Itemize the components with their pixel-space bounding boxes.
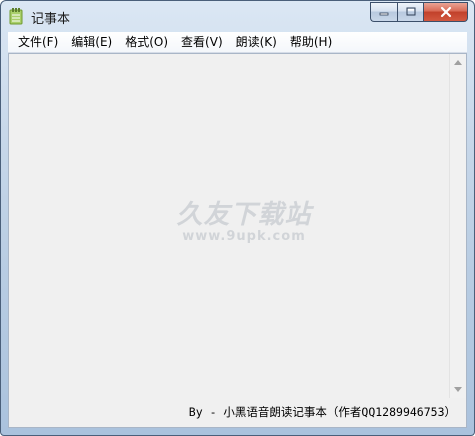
client-area: 久友下载站 www.9upk.com By - 小黑语音朗读记事本（作者QQ12… <box>8 53 467 428</box>
minimize-icon <box>379 12 389 16</box>
arrow-down-icon <box>454 387 462 392</box>
menu-format[interactable]: 格式(O) <box>119 32 175 52</box>
caption-buttons <box>370 2 468 22</box>
maximize-button[interactable] <box>397 2 424 22</box>
menu-view[interactable]: 查看(V) <box>175 32 230 52</box>
menu-bar: 文件(F) 编辑(E) 格式(O) 查看(V) 朗读(K) 帮助(H) <box>8 32 467 53</box>
close-icon <box>440 6 451 18</box>
status-bar: By - 小黑语音朗读记事本（作者QQ1289946753） <box>9 398 466 427</box>
notepad-icon <box>9 8 23 25</box>
menu-edit[interactable]: 编辑(E) <box>65 32 119 52</box>
status-text: By - 小黑语音朗读记事本（作者QQ1289946753） <box>188 405 456 419</box>
menu-file[interactable]: 文件(F) <box>12 32 65 52</box>
watermark-main: 久友下载站 <box>176 200 312 230</box>
vertical-scrollbar[interactable] <box>449 54 466 398</box>
minimize-button[interactable] <box>370 2 397 22</box>
close-button[interactable] <box>424 2 468 22</box>
title-bar[interactable]: 记事本 <box>1 1 474 31</box>
watermark: 久友下载站 www.9upk.com <box>174 194 314 244</box>
menu-help[interactable]: 帮助(H) <box>284 32 339 52</box>
window-title: 记事本 <box>31 12 71 27</box>
scroll-up-button[interactable] <box>450 54 466 71</box>
maximize-icon <box>406 7 415 16</box>
watermark-sub: www.9upk.com <box>182 229 306 244</box>
arrow-up-icon <box>454 60 462 65</box>
scroll-down-button[interactable] <box>450 381 466 398</box>
menu-read[interactable]: 朗读(K) <box>230 32 284 52</box>
notepad-window: 记事本 文件(F) 编辑(E) 格式(O) 查看(V) 朗读(K) 帮助(H) … <box>0 0 475 436</box>
